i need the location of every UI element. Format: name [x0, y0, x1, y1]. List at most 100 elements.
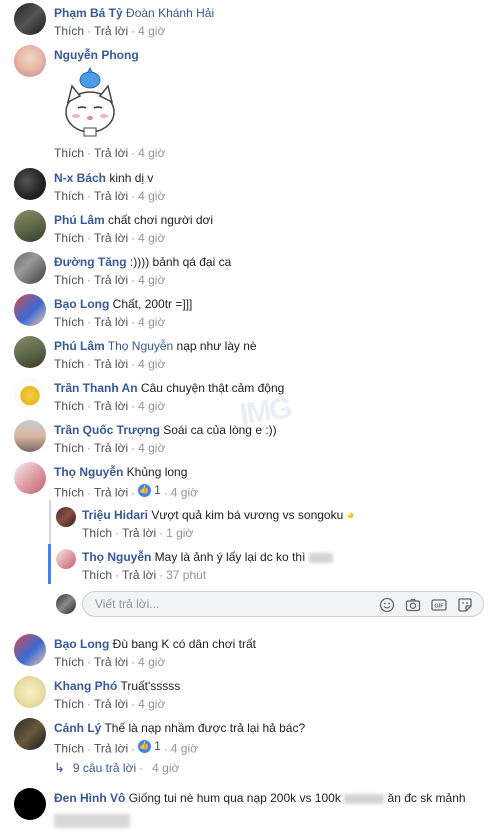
blurred-text [344, 793, 385, 804]
avatar[interactable] [14, 462, 46, 494]
reply-link[interactable]: Trả lời [94, 742, 128, 756]
comment-author[interactable]: Phú Lâm [54, 339, 105, 353]
like-link[interactable]: Thích [54, 441, 84, 455]
avatar[interactable] [14, 420, 46, 452]
like-count[interactable]: 1 [138, 482, 161, 498]
comment-author[interactable]: Đen Hình Vô [54, 791, 125, 805]
mention-link[interactable]: Đoàn Khánh Hải [126, 6, 214, 20]
avatar[interactable] [14, 378, 46, 410]
reply-link[interactable]: Trả lời [94, 441, 128, 455]
comment-time[interactable]: 4 giờ [138, 24, 165, 38]
comment-text: Giống tui nè hum qua nạp 200k vs 100k [128, 791, 341, 805]
separator: · [139, 761, 144, 775]
reply-link[interactable]: Trả lời [94, 655, 128, 669]
avatar[interactable] [14, 718, 46, 750]
like-link[interactable]: Thích [54, 189, 84, 203]
comment-time[interactable]: 4 giờ [171, 486, 198, 500]
comment-time[interactable]: 4 giờ [138, 315, 165, 329]
emoji-icon[interactable] [379, 597, 395, 613]
comment-text: Thế là nạp nhầm được trả lại hả bác? [104, 721, 306, 735]
mention-link[interactable]: Thọ Nguyễn [108, 339, 173, 353]
comment-author[interactable]: Phạm Bá Tỷ [54, 6, 123, 20]
like-link[interactable]: Thích [54, 357, 84, 371]
avatar[interactable] [14, 676, 46, 708]
camera-icon[interactable] [405, 597, 421, 613]
comment-author[interactable]: N-x Bách [54, 171, 106, 185]
like-link[interactable]: Thích [54, 742, 84, 756]
comment-author[interactable]: Khang Phó [54, 679, 117, 693]
like-link[interactable]: Thích [82, 526, 112, 540]
reply-author[interactable]: Thọ Nguyễn [82, 550, 151, 564]
reply-author[interactable]: Triệu Hidari [82, 508, 148, 522]
separator: · [159, 526, 164, 540]
reply-input[interactable] [95, 597, 335, 611]
comment-time[interactable]: 4 giờ [138, 189, 165, 203]
comment-author[interactable]: Nguyễn Phong [54, 48, 139, 62]
separator: · [87, 399, 92, 413]
current-user-avatar[interactable] [56, 594, 76, 614]
separator: · [131, 189, 136, 203]
like-link[interactable]: Thích [54, 273, 84, 287]
like-link[interactable]: Thích [54, 655, 84, 669]
reply-link[interactable]: Trả lời [94, 273, 128, 287]
reply-link[interactable]: Trả lời [94, 697, 128, 711]
like-link[interactable]: Thích [54, 231, 84, 245]
reply-link[interactable]: Trả lời [94, 399, 128, 413]
comment-author[interactable]: Phú Lâm [54, 213, 105, 227]
comment-time[interactable]: 4 giờ [138, 357, 165, 371]
reply-link[interactable]: Trả lời [94, 231, 128, 245]
reply-link[interactable]: Trả lời [94, 24, 128, 38]
sticker-icon[interactable] [457, 597, 473, 613]
reply-link[interactable]: Trả lời [94, 146, 128, 160]
comment-time[interactable]: 4 giờ [138, 146, 165, 160]
comment-author[interactable]: Bạo Long [54, 297, 109, 311]
comment-time[interactable]: 4 giờ [138, 273, 165, 287]
like-link[interactable]: Thích [54, 24, 84, 38]
avatar[interactable] [56, 549, 76, 569]
like-link[interactable]: Thích [54, 399, 84, 413]
comment-time[interactable]: 4 giờ [138, 441, 165, 455]
comment-time[interactable]: 4 giờ [138, 231, 165, 245]
reply-composer[interactable]: GIF [82, 591, 484, 617]
avatar[interactable] [14, 3, 46, 35]
reply-link[interactable]: Trả lời [94, 315, 128, 329]
avatar[interactable] [14, 294, 46, 326]
avatar[interactable] [14, 210, 46, 242]
comment-time[interactable]: 4 giờ [138, 655, 165, 669]
avatar[interactable] [14, 45, 46, 77]
comment-time[interactable]: 4 giờ [171, 742, 198, 756]
comment-author[interactable]: Bạo Long [54, 637, 109, 651]
avatar[interactable] [14, 168, 46, 200]
like-link[interactable]: Thích [54, 146, 84, 160]
avatar[interactable] [14, 634, 46, 666]
comment-author[interactable]: Thọ Nguyễn [54, 465, 123, 479]
like-link[interactable]: Thích [82, 568, 112, 582]
cat-sticker [65, 66, 115, 137]
comment-time[interactable]: 4 giờ [138, 697, 165, 711]
more-replies-label[interactable]: 9 câu trả lời [73, 761, 136, 775]
reply-time[interactable]: 37 phút [166, 568, 206, 582]
comment-author[interactable]: Đường Tăng [54, 255, 127, 269]
like-link[interactable]: Thích [54, 697, 84, 711]
avatar[interactable] [56, 507, 76, 527]
like-link[interactable]: Thích [54, 486, 84, 500]
reply-link[interactable]: Trả lời [122, 568, 156, 582]
comment-author[interactable]: Trần Thanh An [54, 381, 138, 395]
like-count[interactable]: 1 [138, 738, 161, 754]
comment-text: :)))) bảnh qá đại ca [129, 255, 232, 269]
comment-author[interactable]: Cảnh Lý [54, 721, 101, 735]
avatar[interactable] [14, 252, 46, 284]
reply-link[interactable]: Trả lời [94, 189, 128, 203]
reply-link[interactable]: Trả lời [94, 357, 128, 371]
avatar[interactable] [14, 336, 46, 368]
reply-link[interactable]: Trả lời [94, 486, 128, 500]
like-link[interactable]: Thích [54, 315, 84, 329]
view-more-replies[interactable]: ↳ 9 câu trả lời · 4 giờ [54, 760, 179, 776]
gif-icon[interactable]: GIF [431, 597, 447, 613]
reply-link[interactable]: Trả lời [122, 526, 156, 540]
separator: · [87, 741, 92, 756]
comment-author[interactable]: Trần Quốc Trượng [54, 423, 160, 437]
avatar[interactable] [14, 788, 46, 820]
reply-time[interactable]: 1 giờ [166, 526, 193, 540]
comment-time[interactable]: 4 giờ [138, 399, 165, 413]
